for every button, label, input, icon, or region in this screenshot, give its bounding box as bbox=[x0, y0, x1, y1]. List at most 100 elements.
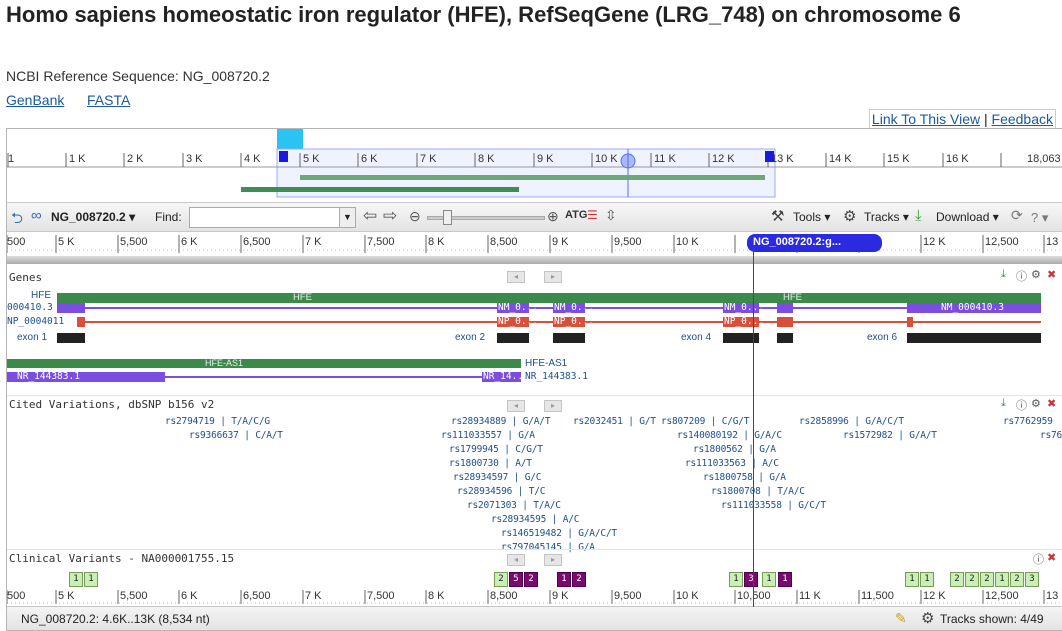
exon-label[interactable]: exon 6 bbox=[867, 332, 897, 343]
pencil-icon[interactable]: ✎ bbox=[895, 610, 907, 627]
download-icon[interactable]: ⤓ bbox=[915, 207, 922, 224]
color-bars-icon[interactable]: ☰ bbox=[587, 208, 598, 222]
protein-label-np[interactable]: NP_0004011 bbox=[7, 316, 64, 327]
variant-label[interactable]: rs2032451 | G/T bbox=[573, 416, 656, 427]
clinical-variant-box[interactable]: 2 bbox=[965, 572, 979, 587]
clinical-variant-box[interactable]: 1 bbox=[995, 572, 1009, 587]
tools-icon[interactable]: ⚒ bbox=[771, 207, 784, 225]
clinical-variant-box[interactable]: 3 bbox=[744, 572, 758, 587]
download-icon[interactable]: ⤓ bbox=[1001, 397, 1006, 410]
ruler-tick: 5,500 bbox=[120, 236, 148, 248]
variant-label[interactable]: rs2794719 | T/A/C/G bbox=[165, 416, 270, 427]
find-input[interactable]: ▼ bbox=[189, 207, 356, 228]
variant-label[interactable]: rs146519482 | G/A/C/T bbox=[501, 528, 617, 539]
transcript-label-nm[interactable]: 000410.3 bbox=[7, 302, 53, 313]
track-collapse-button[interactable]: ◂ bbox=[507, 400, 525, 412]
settings-icon[interactable]: ⚙ bbox=[1031, 397, 1041, 410]
chain-icon[interactable]: ∞ bbox=[31, 207, 42, 224]
exon-label[interactable]: exon 1 bbox=[17, 332, 47, 343]
clinical-variant-box[interactable]: 2 bbox=[494, 572, 508, 587]
variant-label[interactable]: rs111033563 | A/C bbox=[685, 458, 779, 469]
close-icon[interactable]: ✖ bbox=[1047, 397, 1056, 410]
sequence-viewer: 1 1 K 2 K 3 K 4 K 5 K 6 K 7 K 8 K 9 K 10… bbox=[6, 128, 1062, 631]
transcript-label-nm: NM_0... bbox=[498, 302, 539, 313]
zoom-in-icon[interactable]: ⊕ bbox=[547, 208, 559, 225]
variant-label[interactable]: rs2858996 | G/A/C/T bbox=[799, 416, 904, 427]
ruler-tick: 12,500 bbox=[985, 236, 1019, 248]
gene-label-hfe[interactable]: HFE bbox=[31, 290, 51, 301]
variant-label[interactable]: rs111033558 | G/C/T bbox=[721, 500, 826, 511]
variant-label[interactable]: rs1800708 | T/A/C bbox=[711, 486, 805, 497]
close-icon[interactable]: ✖ bbox=[1047, 551, 1056, 564]
variant-label[interactable]: rs1800730 | A/T bbox=[449, 458, 532, 469]
tracks-shown-status[interactable]: Tracks shown: 4/49 bbox=[940, 612, 1044, 626]
variant-label[interactable]: rs807209 | C/G/T bbox=[661, 416, 750, 427]
clinical-variant-box[interactable]: 2 bbox=[524, 572, 538, 587]
exon-label[interactable]: exon 4 bbox=[681, 332, 711, 343]
variant-label[interactable]: rs2071303 | T/A/C bbox=[467, 500, 561, 511]
overview-tick: 1 K bbox=[69, 153, 86, 165]
info-icon[interactable]: ⓘ bbox=[1033, 551, 1044, 567]
zoom-slider-handle[interactable] bbox=[443, 210, 452, 225]
exon-label[interactable]: exon 2 bbox=[455, 332, 485, 343]
pan-right-icon[interactable]: ⇨ bbox=[383, 206, 397, 226]
variant-label[interactable]: rs76 bbox=[1040, 430, 1062, 441]
variant-label[interactable]: rs7762959 bbox=[1003, 416, 1053, 427]
variant-label[interactable]: rs9366637 | C/A/T bbox=[189, 430, 283, 441]
variant-label[interactable]: rs28934595 | A/C bbox=[491, 514, 580, 525]
genbank-link[interactable]: GenBank bbox=[6, 92, 64, 108]
clinical-variant-box[interactable]: 2 bbox=[980, 572, 994, 587]
seq-id-dropdown[interactable]: NG_008720.2 ▾ bbox=[51, 210, 135, 224]
clinical-variant-box[interactable]: 1 bbox=[778, 572, 792, 587]
help-icon[interactable]: ? ▾ bbox=[1031, 210, 1048, 226]
clinical-variant-box[interactable]: 5 bbox=[509, 572, 523, 587]
gear-icon[interactable]: ⚙ bbox=[921, 609, 934, 627]
ruler-tick: 6 K bbox=[181, 590, 198, 602]
fasta-link[interactable]: FASTA bbox=[87, 92, 130, 108]
variant-label[interactable]: rs1800758 | G/A bbox=[703, 472, 786, 483]
ruler-tick: 8,500 bbox=[490, 590, 518, 602]
variant-label[interactable]: rs28934596 | T/C bbox=[457, 486, 546, 497]
track-expand-button[interactable]: ▸ bbox=[544, 554, 562, 566]
clinical-variant-box[interactable]: 1 bbox=[69, 572, 83, 587]
variant-label[interactable]: rs1799945 | C/G/T bbox=[449, 444, 543, 455]
ruler-tick: 13 bbox=[1046, 590, 1059, 602]
back-arrow-icon[interactable]: ⮌ bbox=[11, 208, 23, 233]
track-collapse-button[interactable]: ◂ bbox=[507, 554, 525, 566]
overview-panel[interactable]: 1 1 K 2 K 3 K 4 K 5 K 6 K 7 K 8 K 9 K 10… bbox=[7, 129, 1062, 199]
variant-label[interactable]: rs1800562 | G/A bbox=[693, 444, 776, 455]
sequence-icon[interactable]: ATG bbox=[565, 209, 587, 221]
clinical-variant-box[interactable]: 2 bbox=[950, 572, 964, 587]
variant-label[interactable]: rs1572982 | G/A/T bbox=[843, 430, 937, 441]
clinical-variant-box[interactable]: 2 bbox=[1010, 572, 1024, 587]
variant-label[interactable]: rs28934889 | G/A/T bbox=[451, 416, 551, 427]
variant-label[interactable]: rs111033557 | G/A bbox=[441, 430, 535, 441]
zoom-out-icon[interactable]: ⊖ bbox=[409, 208, 421, 225]
clinical-variant-box[interactable]: 3 bbox=[1025, 572, 1039, 587]
clinical-variant-box[interactable]: 1 bbox=[84, 572, 98, 587]
clinical-variant-box[interactable]: 1 bbox=[905, 572, 919, 587]
pan-left-icon[interactable]: ⇦ bbox=[363, 206, 377, 226]
collapse-icon[interactable]: ⇳ bbox=[605, 207, 617, 224]
transcript-label-nr[interactable]: NR_144383.1 bbox=[525, 371, 588, 382]
clinical-variant-box[interactable]: 1 bbox=[920, 572, 934, 587]
clinical-variant-box[interactable]: 2 bbox=[572, 572, 586, 587]
chevron-down-icon[interactable]: ▼ bbox=[339, 208, 355, 227]
gear-icon[interactable]: ⚙ bbox=[843, 207, 856, 225]
download-menu[interactable]: Download ▾ bbox=[936, 210, 999, 224]
page-subtitle: NCBI Reference Sequence: NG_008720.2 bbox=[6, 68, 270, 84]
gene-label-hfe-as1[interactable]: HFE-AS1 bbox=[525, 358, 567, 369]
variant-label[interactable]: rs28934597 | G/C bbox=[453, 472, 542, 483]
clinical-variant-box[interactable]: 1 bbox=[729, 572, 743, 587]
track-expand-button[interactable]: ▸ bbox=[544, 400, 562, 412]
feedback-link[interactable]: Feedback bbox=[992, 111, 1053, 127]
refresh-icon[interactable]: ⟳ bbox=[1011, 207, 1023, 224]
clinical-variant-box[interactable]: 1 bbox=[762, 572, 776, 587]
clinical-variant-box[interactable]: 1 bbox=[557, 572, 571, 587]
tracks-menu[interactable]: Tracks ▾ bbox=[864, 210, 909, 224]
link-to-this-view[interactable]: Link To This View bbox=[872, 111, 980, 127]
position-marker-label[interactable]: NG_008720.2:g... bbox=[747, 234, 882, 252]
info-icon[interactable]: ⓘ bbox=[1016, 397, 1027, 413]
tools-menu[interactable]: Tools ▾ bbox=[793, 210, 830, 224]
variant-label[interactable]: rs140080192 | G/A/C bbox=[677, 430, 782, 441]
